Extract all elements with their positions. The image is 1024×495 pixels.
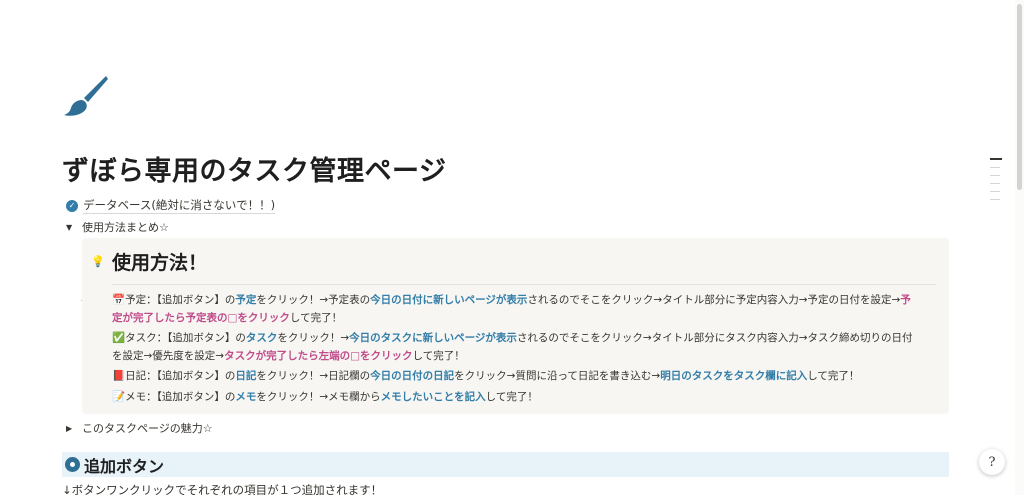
text-segment: 明日のタスクをタスク欄に記入 [660, 370, 808, 382]
usage-task-paragraph[interactable]: ✅タスク：【追加ボタン】のタスクをクリック！→今日のタスクに新しいページが表示さ… [112, 329, 938, 365]
text-segment: タスク： [125, 332, 168, 344]
usage-callout: 💡 使用方法！ 📅予定：【追加ボタン】の予定をクリック！→予定表の今日の日付に新… [82, 238, 949, 414]
divider [112, 284, 936, 285]
toggle-charm[interactable]: ▶ このタスクページの魅力☆ [66, 420, 213, 436]
text-segment: 【追加ボタン】の [156, 370, 236, 382]
text-segment: メモ [235, 391, 257, 403]
text-segment: 【追加ボタン】の [167, 332, 246, 344]
toc-marker[interactable] [990, 158, 1002, 160]
text-segment: して完了！ [485, 391, 538, 403]
lightbulb-icon: 💡 [91, 255, 105, 268]
text-segment: 予定 [235, 294, 257, 306]
triangle-down-icon[interactable]: ▼ [66, 223, 76, 232]
usage-line: 📕日記：【追加ボタン】の日記をクリック！→日記欄の今日の日付の日記をクリック→質… [112, 367, 938, 385]
toc-marker[interactable] [990, 199, 1000, 200]
text-segment: 日記 [235, 370, 257, 382]
usage-line: 📅予定：【追加ボタン】の予定をクリック！→予定表の今日の日付に新しいページが表示… [112, 291, 938, 309]
text-segment: をクリック→質問に沿って日記を書き込む→ [454, 370, 661, 382]
text-segment: を設定→優先度を設定→ [112, 350, 225, 362]
line-emoji-icon: 📕 [112, 370, 126, 382]
callout-heading: 使用方法！ [112, 252, 208, 274]
section-heading-label: 追加ボタン [84, 456, 165, 476]
scrollbar-thumb[interactable] [1017, 4, 1022, 190]
text-segment: タスク [245, 332, 278, 344]
usage-line: ✅タスク：【追加ボタン】のタスクをクリック！→今日のタスクに新しいページが表示さ… [112, 329, 938, 347]
text-segment: されるのでそこをクリック→タイトル部分にタスク内容入力→タスク締め切りの日付 [516, 332, 913, 344]
line-emoji-icon: ✅ [112, 332, 126, 344]
text-segment: して完了！ [412, 350, 465, 362]
text-segment: 定が完了したら予定表の□をクリック [112, 312, 290, 324]
toggle-usage-summary[interactable]: ▼ 使用方法まとめ☆ [66, 219, 169, 235]
database-link[interactable]: ✓ データベース(絶対に消さないで！！) [66, 197, 276, 214]
toc-marker[interactable] [990, 167, 1000, 168]
usage-schedule-paragraph[interactable]: 📅予定：【追加ボタン】の予定をクリック！→予定表の今日の日付に新しいページが表示… [112, 291, 938, 327]
line-emoji-icon: 📅 [112, 294, 126, 306]
text-segment: されるのでそこをクリック→タイトル部分に予定内容入力→予定の日付を設定→ [527, 294, 901, 306]
toc-marker[interactable] [990, 183, 1000, 184]
usage-diary-paragraph[interactable]: 📕日記：【追加ボタン】の日記をクリック！→日記欄の今日の日付の日記をクリック→質… [112, 367, 938, 385]
paintbrush-icon[interactable] [62, 74, 110, 118]
page-title[interactable]: ずぼら専用のタスク管理ページ [62, 149, 446, 188]
text-segment: 【追加ボタン】の [156, 391, 236, 403]
scrollbar[interactable] [1015, 0, 1024, 495]
text-segment: メモ： [125, 391, 157, 403]
text-segment: タスクが完了したら左端の□をクリック [224, 350, 413, 362]
text-segment: をクリック！→ [277, 332, 350, 344]
toc-marker[interactable] [990, 175, 1000, 176]
text-segment: 【追加ボタン】の [156, 294, 236, 306]
table-of-contents-minimap[interactable] [990, 158, 1004, 207]
text-segment: して完了！ [807, 370, 860, 382]
toggle-usage-label: 使用方法まとめ☆ [82, 221, 169, 234]
usage-memo-paragraph[interactable]: 📝メモ：【追加ボタン】のメモをクリック！→メモ欄からメモしたいことを記入して完了… [112, 388, 938, 406]
usage-line: 定が完了したら予定表の□をクリックして完了！ [112, 309, 938, 327]
toc-marker[interactable] [990, 191, 1000, 192]
check-circle-icon: ✓ [66, 199, 78, 212]
text-segment: をクリック！→日記欄の [256, 370, 371, 382]
text-segment: 今日の日付の日記 [370, 370, 455, 382]
section-heading-add-button[interactable]: 追加ボタン [62, 452, 949, 477]
text-segment: をクリック！→メモ欄から [256, 391, 381, 403]
text-segment: 日記： [125, 370, 157, 382]
database-link-label: データベース(絶対に消さないで！！) [83, 198, 276, 214]
record-circle-icon [65, 457, 80, 472]
add-button-description[interactable]: ↓ボタンワンクリックでそれぞれの項目が１つ追加されます！ [62, 482, 382, 495]
line-emoji-icon: 📝 [112, 391, 126, 403]
toggle-charm-label: このタスクページの魅力☆ [82, 422, 213, 435]
triangle-right-icon[interactable]: ▶ [66, 424, 76, 433]
usage-line: 📝メモ：【追加ボタン】のメモをクリック！→メモ欄からメモしたいことを記入して完了… [112, 388, 938, 406]
help-button[interactable]: ? [979, 449, 1005, 475]
text-segment: して完了！ [289, 312, 343, 324]
text-segment: 今日のタスクに新しいページが表示 [349, 332, 517, 344]
text-segment: メモしたいことを記入 [380, 391, 486, 403]
text-segment: をクリック！→予定表の [256, 294, 371, 306]
usage-line: を設定→優先度を設定→タスクが完了したら左端の□をクリックして完了！ [112, 347, 938, 365]
text-segment: 予定： [125, 294, 157, 306]
text-segment: 今日の日付に新しいページが表示 [370, 294, 528, 306]
text-segment: 予 [900, 294, 911, 306]
